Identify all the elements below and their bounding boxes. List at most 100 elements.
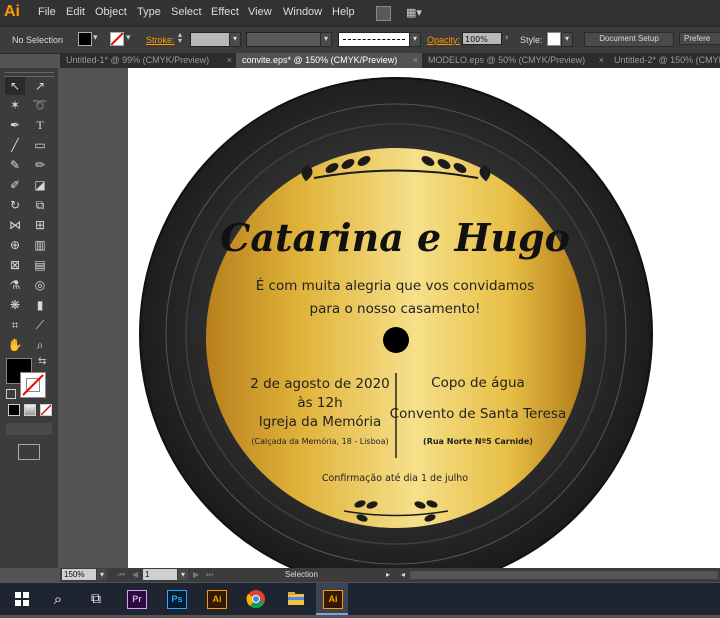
menu-object[interactable]: Object xyxy=(95,6,127,18)
brush-definition-field[interactable] xyxy=(338,32,410,47)
opacity-label[interactable]: Opacity: xyxy=(427,35,460,45)
previous-artboard-icon[interactable]: ◀ xyxy=(132,568,138,582)
close-icon[interactable]: × xyxy=(599,53,604,68)
chrome-logo xyxy=(246,590,265,609)
tab-modelo[interactable]: MODELO.eps @ 50% (CMYK/Preview) × xyxy=(422,53,608,68)
horizontal-scrollbar[interactable] xyxy=(410,571,718,579)
rotate-tool-icon[interactable]: ↻ xyxy=(5,196,25,214)
zoom-field[interactable]: 150% xyxy=(62,569,96,580)
rectangle-tool-icon[interactable]: ▭ xyxy=(30,136,50,154)
default-colors-icon[interactable] xyxy=(6,389,16,399)
arrange-documents-icon[interactable]: ▦▾ xyxy=(406,6,422,19)
fill-dropdown-icon[interactable]: ▾ xyxy=(93,33,98,43)
line-tool-icon[interactable]: ╱ xyxy=(5,136,25,154)
stroke-weight-dropdown[interactable]: ▾ xyxy=(229,32,241,47)
scroll-left-icon[interactable]: ◂ xyxy=(401,568,405,582)
slice-tool-icon[interactable]: ⟋ xyxy=(30,316,50,334)
style-label: Style: xyxy=(520,35,543,45)
document-setup-button[interactable]: Document Setup xyxy=(584,32,674,47)
perspective-grid-tool-icon[interactable]: ▥ xyxy=(30,236,50,254)
variable-width-dropdown[interactable]: ▾ xyxy=(320,32,332,47)
lasso-tool-icon[interactable]: ➰ xyxy=(30,96,50,114)
zoom-tool-icon[interactable]: ⌕ xyxy=(30,336,50,354)
pencil-tool-icon[interactable]: ✏ xyxy=(30,156,50,174)
color-mode-icon[interactable] xyxy=(8,404,20,416)
search-icon[interactable]: ⌕ xyxy=(42,583,74,615)
chrome-app-icon[interactable] xyxy=(240,583,272,615)
swap-fill-stroke-icon[interactable]: ⇆ xyxy=(38,356,46,367)
symbol-sprayer-tool-icon[interactable]: ❋ xyxy=(5,296,25,314)
preferences-button[interactable]: Prefere xyxy=(679,32,720,45)
menu-type[interactable]: Type xyxy=(137,6,161,18)
artboard-tool-icon[interactable]: ⌗ xyxy=(5,316,25,334)
gradient-tool-icon[interactable]: ▤ xyxy=(30,256,50,274)
style-swatch[interactable] xyxy=(547,32,561,46)
drawing-modes-icon[interactable] xyxy=(6,423,52,435)
illustrator-active-icon[interactable]: Ai xyxy=(316,583,348,615)
last-artboard-icon[interactable]: ⏭ xyxy=(206,568,213,582)
menu-view[interactable]: View xyxy=(248,6,272,18)
photoshop-app-icon[interactable]: Ps xyxy=(160,583,192,615)
illustrator-app-icon[interactable]: Ai xyxy=(200,583,232,615)
menu-help[interactable]: Help xyxy=(332,6,355,18)
stroke-swatch[interactable] xyxy=(110,32,124,46)
eyedropper-tool-icon[interactable]: ⚗ xyxy=(5,276,25,294)
brush-definition-dropdown[interactable]: ▾ xyxy=(409,32,421,47)
free-transform-tool-icon[interactable]: ⊞ xyxy=(30,216,50,234)
stroke-color-icon[interactable] xyxy=(20,372,46,398)
shape-builder-tool-icon[interactable]: ⊕ xyxy=(5,236,25,254)
mesh-tool-icon[interactable]: ⊠ xyxy=(5,256,25,274)
hand-tool-icon[interactable]: ✋ xyxy=(5,336,25,354)
menu-select[interactable]: Select xyxy=(171,6,202,18)
blob-brush-tool-icon[interactable]: ✐ xyxy=(5,176,25,194)
opacity-arrow-icon[interactable]: › xyxy=(505,33,509,43)
intro-line-1: É com muita alegria que vos convidamos xyxy=(256,277,535,294)
windows-start-icon[interactable] xyxy=(6,583,38,615)
next-artboard-icon[interactable]: ▶ xyxy=(193,568,199,582)
none-mode-icon[interactable] xyxy=(40,404,52,416)
menu-effect[interactable]: Effect xyxy=(211,6,239,18)
file-explorer-icon[interactable] xyxy=(280,583,312,615)
pr-label: Pr xyxy=(127,590,147,609)
premiere-app-icon[interactable]: Pr xyxy=(120,583,152,615)
close-icon[interactable]: × xyxy=(413,53,418,68)
gradient-mode-icon[interactable] xyxy=(24,404,36,416)
tab-untitled-1[interactable]: Untitled-1* @ 99% (CMYK/Preview) × xyxy=(60,53,236,68)
screen-mode-icon[interactable] xyxy=(18,444,40,460)
direct-selection-tool-icon[interactable]: ↗ xyxy=(30,77,50,95)
opacity-field[interactable]: 100% xyxy=(462,32,502,45)
variable-width-field[interactable] xyxy=(246,32,322,47)
document-canvas[interactable]: Catarina e Hugo É com muita alegria que … xyxy=(60,68,720,568)
column-graph-tool-icon[interactable]: ▮ xyxy=(30,296,50,314)
vinyl-invitation-artwork[interactable]: Catarina e Hugo É com muita alegria que … xyxy=(60,68,720,568)
tab-convite[interactable]: convite.eps* @ 150% (CMYK/Preview) × xyxy=(236,53,422,68)
zoom-dropdown[interactable]: ▾ xyxy=(97,569,107,580)
eraser-tool-icon[interactable]: ◪ xyxy=(30,176,50,194)
status-menu-arrow-icon[interactable]: ▸ xyxy=(386,568,390,582)
stroke-stepper-icon[interactable]: ▴ ▾ xyxy=(178,31,182,45)
width-tool-icon[interactable]: ⋈ xyxy=(5,216,25,234)
selection-tool-icon[interactable]: ↖ xyxy=(5,77,25,95)
type-tool-icon[interactable]: T xyxy=(30,116,50,134)
magic-wand-tool-icon[interactable]: ✶ xyxy=(5,96,25,114)
menu-file[interactable]: File xyxy=(38,6,56,18)
menu-edit[interactable]: Edit xyxy=(66,6,85,18)
task-view-icon[interactable]: ⧉ xyxy=(80,583,112,615)
stroke-weight-field[interactable] xyxy=(190,32,230,47)
menu-window[interactable]: Window xyxy=(283,6,322,18)
close-icon[interactable]: × xyxy=(227,53,232,68)
fill-swatch[interactable] xyxy=(78,32,92,46)
first-artboard-icon[interactable]: ⏮ xyxy=(118,568,125,582)
style-dropdown[interactable]: ▾ xyxy=(561,32,573,47)
stroke-label[interactable]: Stroke: xyxy=(146,35,175,45)
paintbrush-tool-icon[interactable]: ✎ xyxy=(5,156,25,174)
bridge-icon[interactable] xyxy=(376,6,391,21)
scale-tool-icon[interactable]: ⧉ xyxy=(30,196,50,214)
artboard-dropdown[interactable]: ▾ xyxy=(178,569,188,580)
blend-tool-icon[interactable]: ◎ xyxy=(30,276,50,294)
tab-untitled-2[interactable]: Untitled-2* @ 150% (CMYK/Previ xyxy=(608,53,720,68)
stroke-dropdown-icon[interactable]: ▾ xyxy=(126,33,131,43)
artboard-number-field[interactable]: 1 xyxy=(143,569,177,580)
current-tool-status[interactable]: Selection xyxy=(285,568,318,582)
pen-tool-icon[interactable]: ✒ xyxy=(5,116,25,134)
